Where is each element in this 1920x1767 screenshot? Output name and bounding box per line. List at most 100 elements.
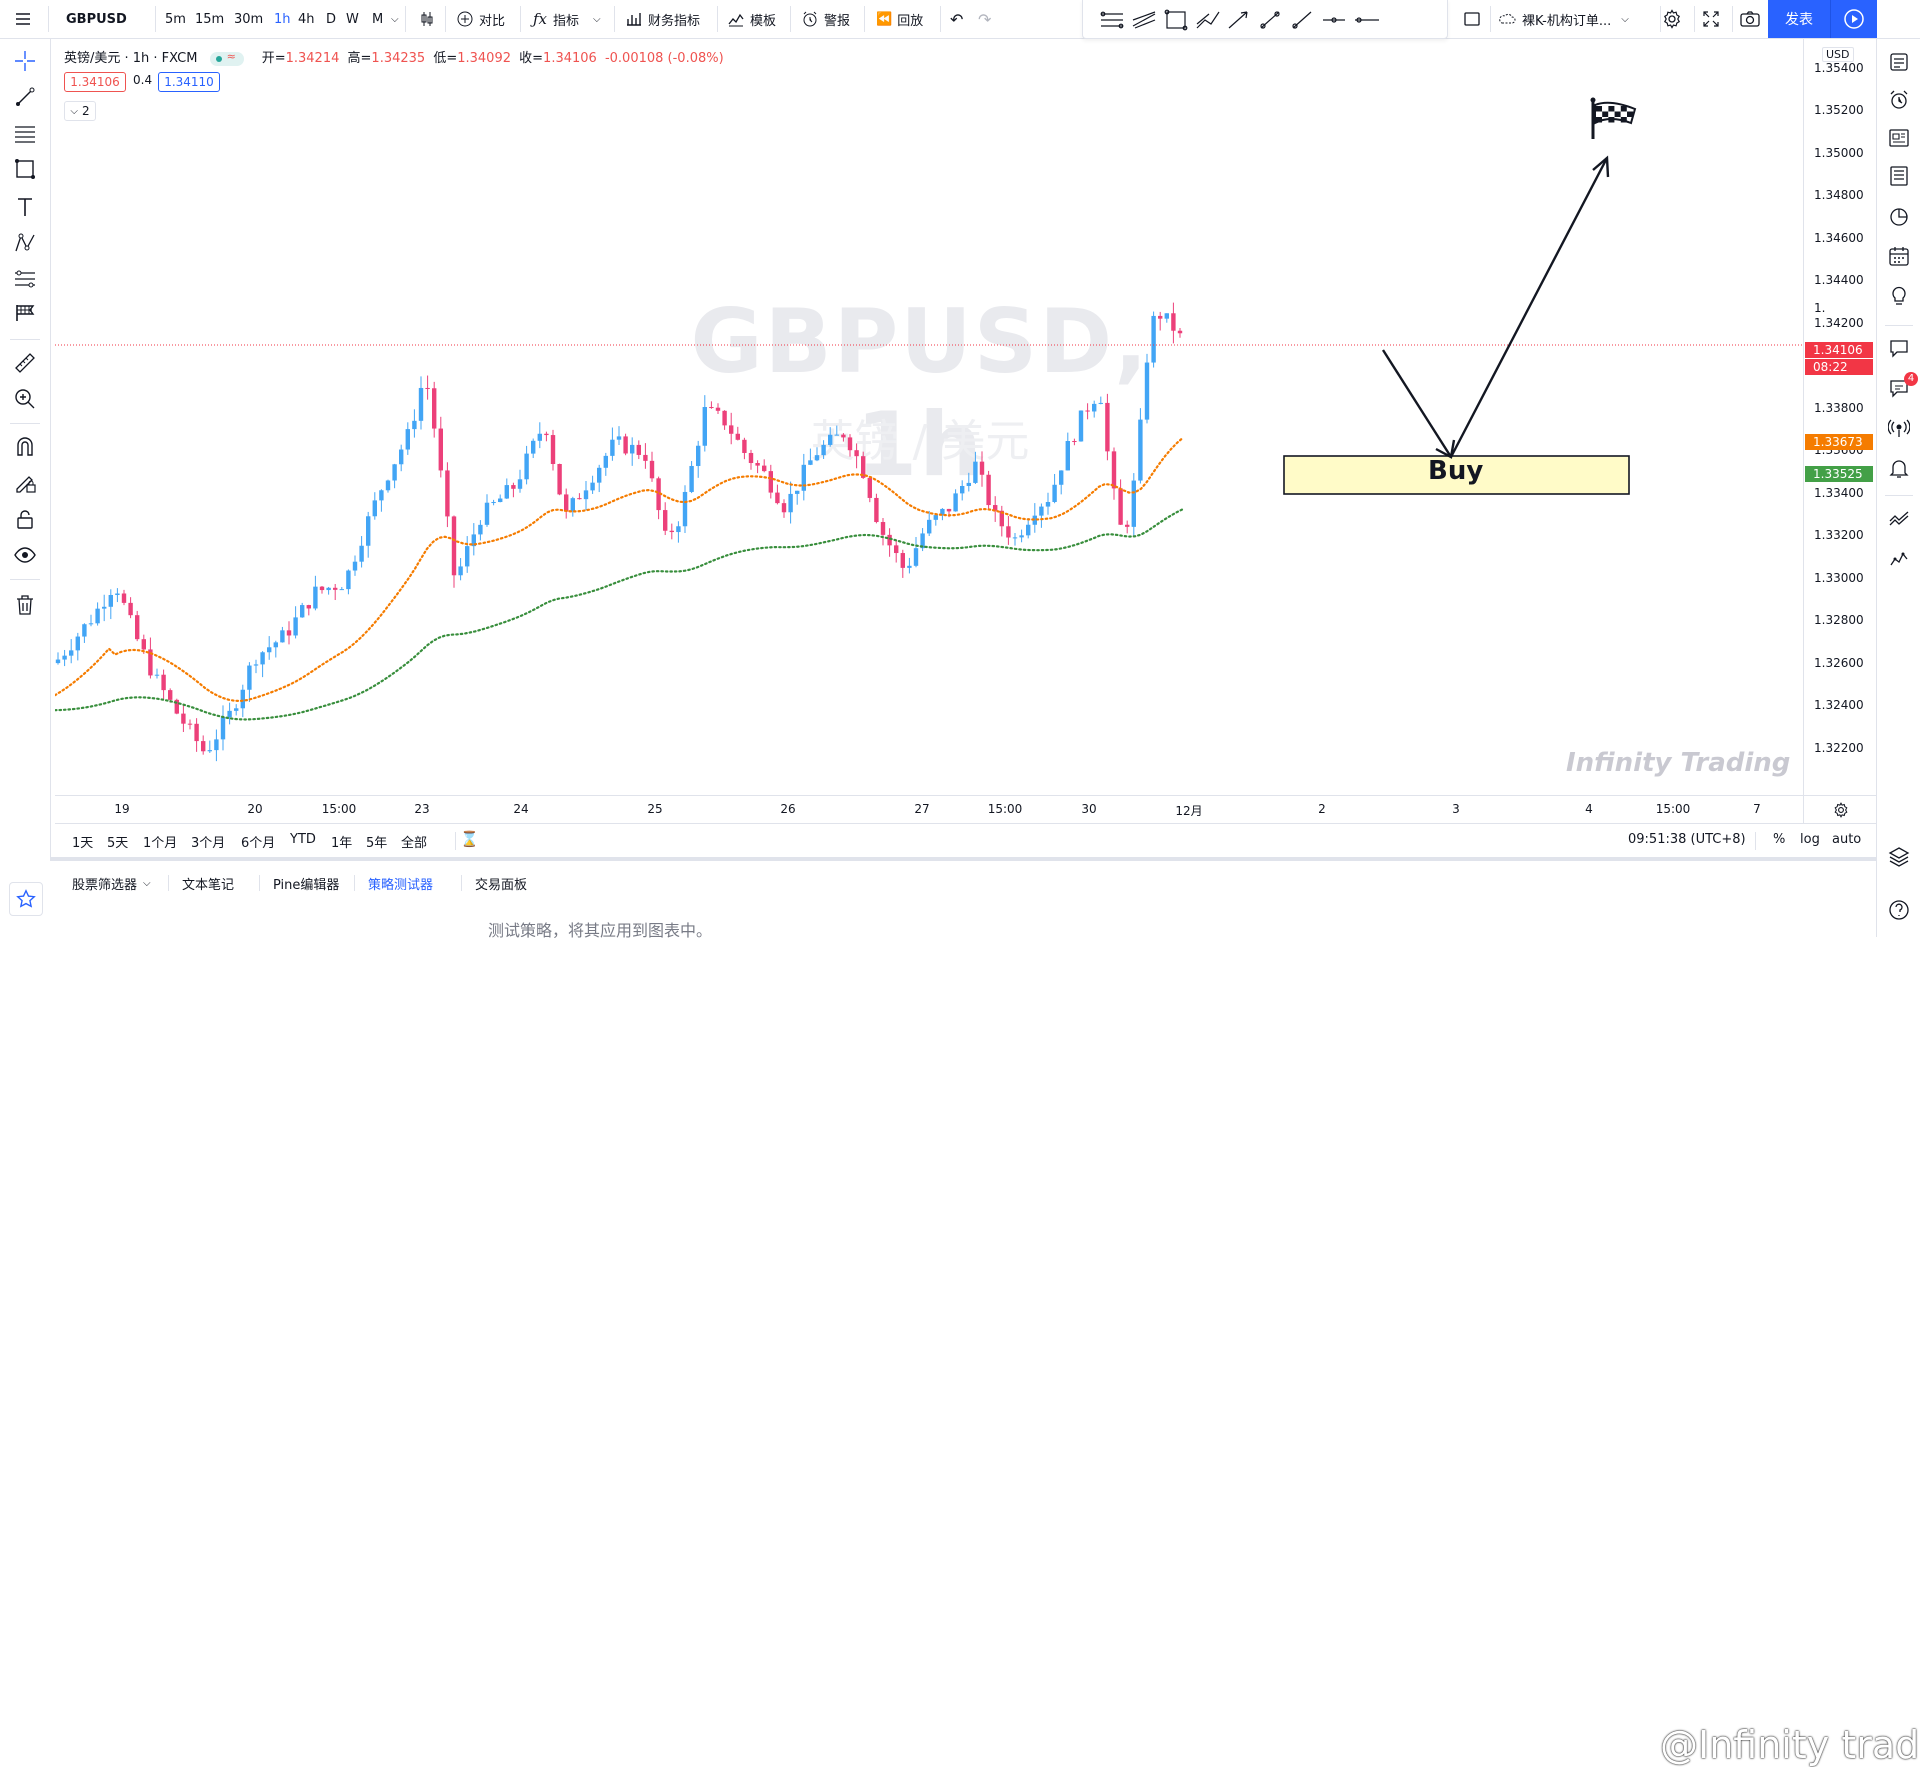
candle-body xyxy=(748,452,754,464)
bottom-tab[interactable]: Pine编辑器 xyxy=(261,869,351,897)
range-button[interactable]: 1个月 xyxy=(143,832,177,851)
symbol-search[interactable]: GBPUSD xyxy=(66,0,127,38)
menu-icon[interactable] xyxy=(14,0,32,38)
undo-icon[interactable]: ↶ xyxy=(950,0,963,38)
shapes-icon[interactable] xyxy=(13,157,37,181)
chart-pane[interactable]: GBPUSD, 1h 英镑 / 美元 xyxy=(55,39,1803,795)
chart-settings-gear-icon[interactable] xyxy=(1803,795,1877,824)
bottom-tab[interactable]: 股票筛选器 ⌵ xyxy=(60,869,163,897)
alarm-clock-icon[interactable] xyxy=(1888,89,1910,111)
auto-toggle[interactable]: auto xyxy=(1832,832,1861,847)
news-icon[interactable] xyxy=(1888,127,1910,149)
bottom-tab[interactable]: 策略测试器 xyxy=(356,869,445,897)
candle-body xyxy=(128,602,133,616)
magnet-icon[interactable] xyxy=(13,435,37,459)
price-axis[interactable]: USD 1.35400 1.35200 1.35000 1.34800 1.34600 1… xyxy=(1803,39,1877,795)
bottom-tab[interactable]: 文本笔记 xyxy=(170,869,246,897)
buy-button[interactable]: 1.34110 xyxy=(158,72,220,92)
templates-button[interactable]: 模板 xyxy=(727,0,776,38)
range-button[interactable]: 6个月 xyxy=(241,832,275,851)
timeframe-5m[interactable]: 5m xyxy=(165,0,186,38)
chevron-down-icon[interactable]: ⌵ xyxy=(143,878,151,889)
percent-toggle[interactable]: % xyxy=(1773,832,1785,847)
bottom-tab[interactable]: 交易面板 xyxy=(463,869,539,897)
watchlist-icon[interactable] xyxy=(1888,51,1910,73)
fullscreen-icon[interactable] xyxy=(1702,0,1720,38)
play-icon[interactable] xyxy=(1830,0,1877,38)
range-button[interactable]: 5天 xyxy=(107,832,128,851)
broadcast-icon[interactable] xyxy=(1888,417,1910,439)
text-tool-icon[interactable] xyxy=(13,195,37,219)
down-arrow-line[interactable] xyxy=(1381,349,1453,458)
fib-retracement-icon[interactable] xyxy=(13,121,37,145)
price-chart[interactable] xyxy=(55,39,1803,795)
time-tick-label: 15:00 xyxy=(987,802,1023,816)
timeframe-d[interactable]: D xyxy=(326,0,336,38)
trend-line-icon[interactable] xyxy=(13,85,37,109)
lightbulb-icon[interactable] xyxy=(1888,285,1910,307)
up-arrow-line[interactable] xyxy=(1449,157,1609,458)
settings-gear-icon[interactable] xyxy=(1662,0,1682,38)
flag-icon[interactable] xyxy=(13,301,37,325)
watchlist-star-button[interactable] xyxy=(9,882,43,916)
lock-drawing-icon[interactable] xyxy=(13,471,37,495)
trash-icon[interactable] xyxy=(13,593,37,617)
range-button[interactable]: YTD xyxy=(290,832,316,847)
pine-chart-icon[interactable] xyxy=(1888,547,1910,569)
publish-button[interactable]: 发表 xyxy=(1768,0,1830,38)
prediction-icon[interactable] xyxy=(13,267,37,291)
chevron-down-icon[interactable]: ⌵ xyxy=(593,14,601,25)
goto-date-icon[interactable]: ⌛ xyxy=(460,830,479,848)
calendar-icon[interactable] xyxy=(1888,245,1910,267)
range-button[interactable]: 5年 xyxy=(366,832,387,851)
timeframe-m[interactable]: M xyxy=(372,0,383,38)
alert-button[interactable]: 警报 xyxy=(801,0,850,38)
candle-body xyxy=(689,465,694,492)
timeframe-w[interactable]: W xyxy=(346,0,359,38)
financials-button[interactable]: 财务指标 xyxy=(625,0,700,38)
redo-icon[interactable]: ↷ xyxy=(978,0,991,38)
lock-icon[interactable] xyxy=(13,507,37,531)
ruler-icon[interactable] xyxy=(13,351,37,375)
camera-icon[interactable] xyxy=(1740,0,1760,38)
chevron-down-icon[interactable]: ⌵ xyxy=(1621,14,1629,25)
currency-label[interactable]: USD xyxy=(1822,47,1854,62)
time-axis[interactable]: 19 20 15:00 23 24 25 26 27 15:00 30 12月 2 3 4 15:00 7 xyxy=(55,795,1803,824)
help-icon[interactable] xyxy=(1888,899,1910,921)
hotlist-icon[interactable] xyxy=(1888,205,1910,227)
market-status-badge[interactable]: ≈ xyxy=(209,50,244,66)
checkered-flag-icon[interactable] xyxy=(1590,97,1637,140)
range-button[interactable]: 3个月 xyxy=(191,832,225,851)
crosshair-icon[interactable] xyxy=(13,49,37,73)
candle-body xyxy=(933,515,938,520)
layers-icon[interactable] xyxy=(1888,845,1910,867)
timeframe-4h[interactable]: 4h xyxy=(298,0,315,38)
log-toggle[interactable]: log xyxy=(1800,832,1820,847)
replay-button[interactable]: ⏪ 回放 xyxy=(876,0,923,38)
bell-icon[interactable] xyxy=(1888,457,1910,479)
zoom-in-icon[interactable] xyxy=(13,387,37,411)
range-button[interactable]: 1年 xyxy=(331,832,352,851)
eye-icon[interactable] xyxy=(13,543,37,567)
chat-icon[interactable] xyxy=(1888,337,1910,359)
ideas-stream-icon[interactable] xyxy=(1888,507,1910,529)
square-icon[interactable] xyxy=(1463,0,1481,38)
layout-menu[interactable]: 裸K-机构订单... ⌵ xyxy=(1498,0,1629,38)
candle-style-icon[interactable] xyxy=(418,0,436,38)
indicators-button[interactable]: ƒx 指标 ⌵ xyxy=(533,0,601,38)
pattern-icon[interactable] xyxy=(13,231,37,255)
candle-body xyxy=(1026,524,1031,536)
clock-timezone[interactable]: 09:51:38 (UTC+8) xyxy=(1628,832,1746,847)
candle-body xyxy=(742,439,747,453)
collapse-indicators-button[interactable]: ⌵ 2 xyxy=(64,101,96,121)
timeframe-30m[interactable]: 30m xyxy=(234,0,263,38)
compare-button[interactable]: 对比 xyxy=(456,0,505,38)
timeframe-1h[interactable]: 1h xyxy=(274,0,291,38)
timeframe-15m[interactable]: 15m xyxy=(195,0,224,38)
sell-button[interactable]: 1.34106 xyxy=(64,72,126,92)
range-button[interactable]: 全部 xyxy=(401,832,427,851)
buy-zone-label: Buy xyxy=(1428,456,1484,486)
data-window-icon[interactable] xyxy=(1888,165,1910,187)
range-button[interactable]: 1天 xyxy=(72,832,93,851)
timeframe-chevron-down-icon[interactable]: ⌵ xyxy=(391,0,399,38)
